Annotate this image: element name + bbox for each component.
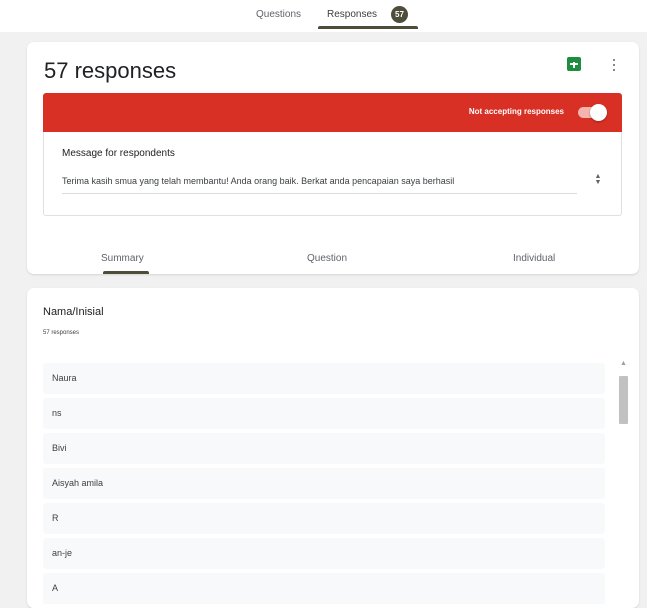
accepting-responses-label: Not accepting responses bbox=[468, 107, 564, 116]
question-title: Nama/Inisial bbox=[43, 306, 104, 318]
top-bar: Questions Responses 57 bbox=[0, 0, 647, 32]
active-subtab-indicator bbox=[103, 271, 149, 274]
accepting-responses-banner: Not accepting responses bbox=[43, 93, 622, 132]
scroll-up-icon[interactable]: ▲ bbox=[620, 360, 627, 367]
list-item: Bivi bbox=[43, 433, 605, 464]
list-item: Naura bbox=[43, 363, 605, 394]
message-panel: Message for respondents Terima kasih smu… bbox=[43, 132, 622, 216]
tab-question[interactable]: Question bbox=[307, 253, 347, 264]
answer-list: Naura ns Bivi Aisyah amila R an-je A bbox=[43, 363, 605, 608]
scrollbar[interactable]: ▲ bbox=[617, 360, 631, 600]
more-vert-icon[interactable] bbox=[609, 57, 619, 73]
tab-summary[interactable]: Summary bbox=[101, 253, 144, 264]
responses-summary-card: 57 responses Not accepting responses Mes… bbox=[27, 42, 639, 274]
list-item: ns bbox=[43, 398, 605, 429]
response-count-badge: 57 bbox=[391, 6, 408, 23]
toggle-knob bbox=[590, 104, 607, 121]
list-item: an-je bbox=[43, 538, 605, 569]
message-underline bbox=[62, 193, 577, 194]
spin-icon[interactable]: ▲ ▼ bbox=[594, 173, 602, 188]
question-response-count: 57 responses bbox=[43, 330, 80, 336]
accepting-responses-toggle[interactable] bbox=[578, 104, 607, 121]
list-item: A bbox=[43, 573, 605, 604]
tab-individual[interactable]: Individual bbox=[513, 253, 555, 264]
question-summary-card: Nama/Inisial 57 responses Naura ns Bivi … bbox=[27, 288, 639, 608]
responses-title: 57 responses bbox=[44, 58, 177, 83]
list-item: Aisyah amila bbox=[43, 468, 605, 499]
scrollbar-thumb[interactable] bbox=[619, 376, 628, 424]
message-label: Message for respondents bbox=[62, 148, 175, 159]
active-tab-indicator bbox=[318, 26, 418, 29]
message-input[interactable]: Terima kasih smua yang telah membantu! A… bbox=[62, 176, 572, 186]
tab-responses[interactable]: Responses bbox=[327, 9, 377, 20]
tab-questions[interactable]: Questions bbox=[256, 9, 301, 20]
sheets-icon[interactable] bbox=[567, 57, 581, 71]
list-item: R bbox=[43, 503, 605, 534]
